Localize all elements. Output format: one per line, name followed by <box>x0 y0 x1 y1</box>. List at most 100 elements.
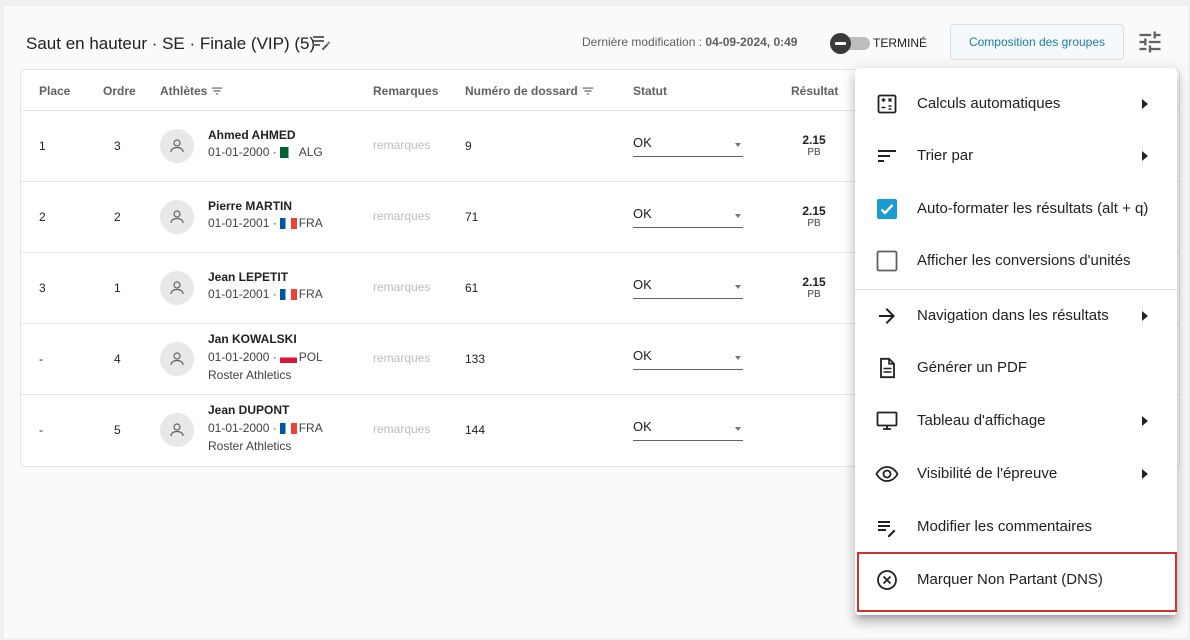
place-cell: - <box>39 423 43 437</box>
edit-notes-icon <box>878 521 896 537</box>
person-icon <box>170 423 184 437</box>
filter-icon[interactable] <box>210 84 224 98</box>
dropdown-caret-icon <box>735 143 741 147</box>
menu-item-sort-by[interactable]: Trier par <box>855 130 1177 182</box>
bib-cell: 144 <box>465 423 486 437</box>
place-cell: 2 <box>39 210 46 224</box>
avatar <box>160 271 194 305</box>
eye-icon <box>875 466 899 482</box>
avatar <box>160 200 194 234</box>
col-order[interactable]: Ordre <box>103 84 136 98</box>
edit-list-icon[interactable] <box>310 30 334 54</box>
dropdown-caret-icon <box>735 427 741 431</box>
menu-item-event-visibility[interactable]: Visibilité de l'épreuve <box>855 448 1177 500</box>
filter-icon[interactable] <box>581 84 595 98</box>
bib-cell: 71 <box>465 210 479 224</box>
status-select[interactable]: OK <box>633 419 743 441</box>
bib-cell: 133 <box>465 352 486 366</box>
menu-item-scoreboard[interactable]: Tableau d'affichage <box>855 395 1177 447</box>
athlete-name[interactable]: Jean LEPETIT <box>208 270 288 284</box>
place-cell: 3 <box>39 281 46 295</box>
menu-item-unit-conversions[interactable]: Afficher les conversions d'unités <box>855 235 1177 287</box>
person-icon <box>170 281 184 295</box>
finished-toggle-label: TERMINÉ <box>873 36 927 50</box>
bib-cell: 61 <box>465 281 479 295</box>
avatar <box>160 342 194 376</box>
checkbox-empty-icon[interactable] <box>875 249 899 273</box>
calculator-icon <box>877 94 897 114</box>
group-composition-button[interactable]: Composition des groupes <box>950 24 1124 60</box>
person-icon <box>170 139 184 153</box>
status-select[interactable]: OK <box>633 348 743 370</box>
last-modified-value: 04-09-2024, 0:49 <box>705 35 798 49</box>
place-cell: - <box>39 352 43 366</box>
remarks-field[interactable]: remarques <box>373 138 430 152</box>
remarks-field[interactable]: remarques <box>373 422 430 436</box>
order-cell: 4 <box>114 352 121 366</box>
col-status[interactable]: Statut <box>633 84 667 98</box>
remarks-field[interactable]: remarques <box>373 280 430 294</box>
event-header: Saut en hauteur · SE · Finale (VIP) (5) … <box>4 6 1188 76</box>
bib-cell: 9 <box>465 139 472 153</box>
status-select[interactable]: OK <box>633 277 743 299</box>
menu-item-auto-calculations[interactable]: Calculs automatiques <box>855 78 1177 130</box>
flag-poland-icon <box>279 351 297 363</box>
flag-algeria-icon <box>279 146 297 158</box>
dropdown-caret-icon <box>735 214 741 218</box>
athlete-info: 01-01-2000 · POL <box>208 350 323 364</box>
order-cell: 1 <box>114 281 121 295</box>
avatar <box>160 413 194 447</box>
menu-item-generate-pdf[interactable]: Générer un PDF <box>855 342 1177 394</box>
last-modified-label: Dernière modification : <box>582 35 703 49</box>
avatar <box>160 129 194 163</box>
athlete-info: 01-01-2000 · ALG <box>208 145 323 159</box>
athlete-info: 01-01-2001 · FRA <box>208 216 323 230</box>
athlete-info: 01-01-2000 · FRA <box>208 421 323 435</box>
athlete-name[interactable]: Jan KOWALSKI <box>208 332 297 346</box>
order-cell: 3 <box>114 139 121 153</box>
finished-toggle[interactable] <box>830 33 870 54</box>
flag-france-icon <box>279 422 297 434</box>
athlete-club: Roster Athletics <box>208 439 292 453</box>
options-menu: Calculs automatiques Trier par Auto-form… <box>855 68 1177 615</box>
document-icon <box>880 357 895 379</box>
person-icon <box>170 210 184 224</box>
submenu-arrow-icon <box>1142 99 1148 109</box>
menu-item-auto-format[interactable]: Auto-formater les résultats (alt + q) <box>855 183 1177 235</box>
athlete-name[interactable]: Ahmed AHMED <box>208 128 296 142</box>
col-athletes[interactable]: Athlètes <box>160 84 224 98</box>
order-cell: 2 <box>114 210 121 224</box>
submenu-arrow-icon <box>1142 469 1148 479</box>
menu-item-edit-comments[interactable]: Modifier les commentaires <box>855 501 1177 553</box>
person-icon <box>170 352 184 366</box>
athlete-club: Roster Athletics <box>208 368 292 382</box>
sort-icon <box>878 150 896 162</box>
dropdown-caret-icon <box>735 285 741 289</box>
monitor-icon <box>876 411 898 430</box>
submenu-arrow-icon <box>1142 416 1148 426</box>
status-select[interactable]: OK <box>633 206 743 228</box>
col-place[interactable]: Place <box>39 84 70 98</box>
athlete-name[interactable]: Jean DUPONT <box>208 403 289 417</box>
place-cell: 1 <box>39 139 46 153</box>
toggle-thumb <box>830 33 851 54</box>
checkbox-checked-icon[interactable] <box>875 197 899 221</box>
flag-france-icon <box>279 288 297 300</box>
result-cell[interactable]: 2.15 PB <box>793 275 835 300</box>
col-result[interactable]: Résultat <box>791 84 838 98</box>
result-cell[interactable]: 2.15 PB <box>793 204 835 229</box>
result-cell[interactable]: 2.15 PB <box>793 133 835 158</box>
highlight-box <box>857 552 1177 612</box>
dropdown-caret-icon <box>735 356 741 360</box>
col-remarks[interactable]: Remarques <box>373 84 438 98</box>
col-bib[interactable]: Numéro de dossard <box>465 84 595 98</box>
last-modified: Dernière modification : 04-09-2024, 0:49 <box>582 35 797 49</box>
athlete-name[interactable]: Pierre MARTIN <box>208 199 292 213</box>
status-select[interactable]: OK <box>633 135 743 157</box>
athlete-info: 01-01-2001 · FRA <box>208 287 323 301</box>
remarks-field[interactable]: remarques <box>373 209 430 223</box>
tune-icon[interactable] <box>1136 28 1164 56</box>
menu-item-results-navigation[interactable]: Navigation dans les résultats <box>855 290 1177 342</box>
remarks-field[interactable]: remarques <box>373 351 430 365</box>
arrow-right-icon <box>879 308 895 324</box>
